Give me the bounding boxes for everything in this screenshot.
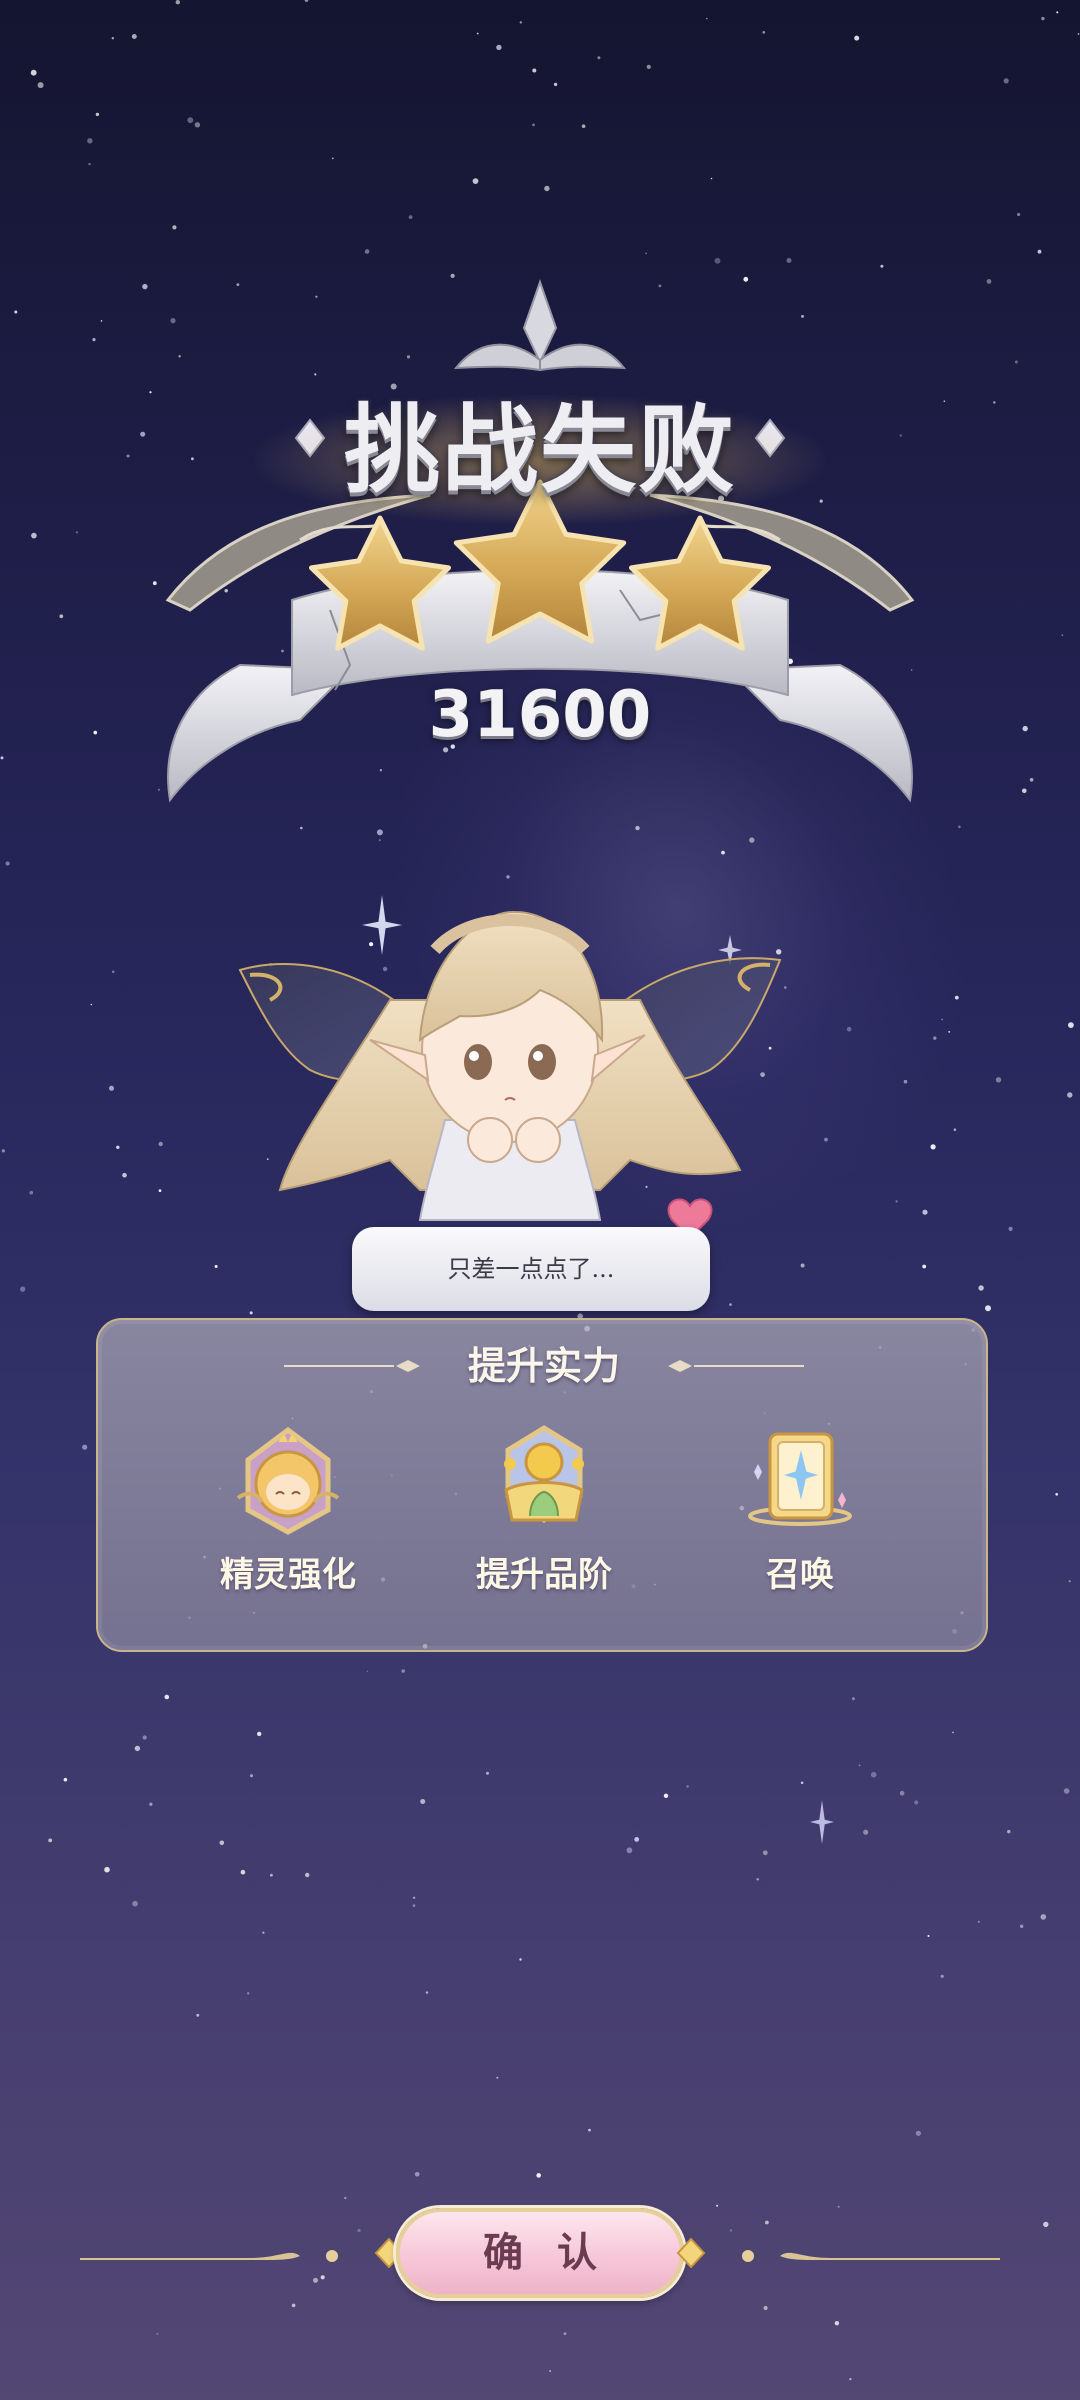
result-title: 挑战失败 bbox=[344, 393, 736, 506]
rank-up-button[interactable]: 提升品阶 bbox=[434, 1420, 654, 1640]
panel-title: 提升实力 bbox=[467, 1343, 620, 1388]
rank-up-label: 提升品阶 bbox=[476, 1555, 612, 1595]
fairy-enhance-button[interactable]: 精灵强化 bbox=[178, 1420, 398, 1640]
power-up-panel: 提升实力 精灵强化 提升品阶 召唤 bbox=[96, 1318, 988, 1652]
confirm-bar: 确认 bbox=[0, 2200, 1080, 2310]
summon-button[interactable]: 召唤 bbox=[690, 1420, 910, 1640]
diamond-icon bbox=[676, 2238, 706, 2268]
fairy-illustration bbox=[238, 910, 782, 1240]
fairy-character bbox=[220, 890, 800, 1250]
fairy-enhance-icon bbox=[236, 1426, 340, 1535]
summon-card-icon bbox=[748, 1432, 852, 1526]
panel-title-deco-right bbox=[668, 1360, 804, 1372]
rank-up-icon bbox=[504, 1425, 584, 1524]
fairy-speech-bubble: 只差一点点了... bbox=[352, 1227, 710, 1311]
confirm-button[interactable]: 确认 bbox=[396, 2208, 684, 2298]
fairy-enhance-label: 精灵强化 bbox=[220, 1555, 356, 1595]
confirm-deco-left bbox=[80, 2250, 338, 2262]
sparkle-icon bbox=[810, 1800, 834, 1844]
panel-title-deco-left bbox=[284, 1360, 420, 1372]
summon-label: 召唤 bbox=[766, 1555, 834, 1595]
score-value: 31600 bbox=[428, 678, 652, 752]
confirm-deco-right bbox=[742, 2250, 1000, 2262]
result-banner: 挑战失败 31600 bbox=[0, 270, 1080, 830]
